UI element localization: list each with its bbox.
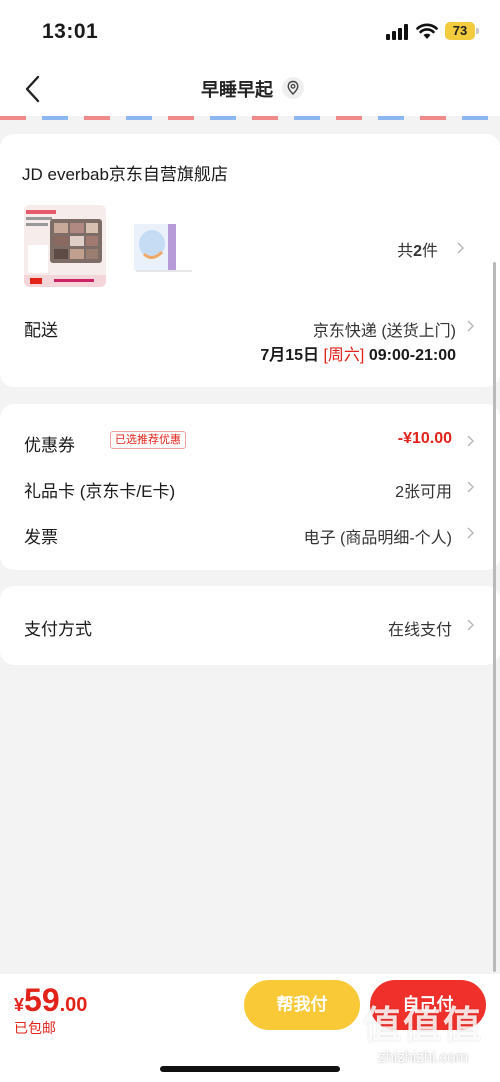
item-count[interactable]: 共2件 xyxy=(397,237,438,261)
invoice-label: 发票 xyxy=(24,528,58,547)
page-title: 早睡早起 xyxy=(201,80,273,100)
chevron-right-icon[interactable] xyxy=(465,618,475,632)
shop-name: JD everbab京东自营旗舰店 xyxy=(22,165,228,184)
payment-value[interactable]: 在线支付 xyxy=(388,616,452,640)
home-indicator xyxy=(160,1066,340,1072)
discount-invoice-card: 优惠券 已选推荐优惠 -¥10.00 礼品卡 (京东卡/E卡) 2张可用 发票 … xyxy=(0,404,500,570)
order-shop-card: JD everbab京东自营旗舰店 共2件 配送 京东快递 (送货上门) 7月1… xyxy=(0,134,500,387)
delivery-label: 配送 xyxy=(24,321,58,340)
delivery-time-range: 09:00-21:00 xyxy=(368,347,456,364)
nav-bar: 早睡早起 xyxy=(0,62,500,116)
gift-box-image xyxy=(134,224,192,272)
item-count-prefix: 共 xyxy=(397,243,414,260)
coupon-label: 优惠券 xyxy=(24,436,75,455)
free-shipping-label: 已包邮 xyxy=(14,1020,56,1036)
chevron-right-icon[interactable] xyxy=(465,319,475,333)
price-currency: ¥ xyxy=(14,995,25,1015)
gift-card-value[interactable]: 2张可用 xyxy=(395,478,452,502)
coupon-value[interactable]: -¥10.00 xyxy=(398,430,452,448)
battery-tip xyxy=(476,28,479,34)
item-count-suffix: 件 xyxy=(421,243,438,260)
status-time: 13:01 xyxy=(42,20,99,43)
product-image-eyeshadow[interactable] xyxy=(24,205,106,287)
item-count-number: 2 xyxy=(413,243,422,260)
invoice-value[interactable]: 电子 (商品明细-个人) xyxy=(304,524,452,548)
eyeshadow-palette-image xyxy=(24,205,106,287)
chevron-right-icon[interactable] xyxy=(465,480,475,494)
chevron-right-icon[interactable] xyxy=(465,526,475,540)
watermark-url: zhizhizhi.com xyxy=(377,1049,469,1066)
cellular-signal-icon xyxy=(386,24,408,40)
address-stripe-divider xyxy=(0,116,500,120)
wifi-icon xyxy=(416,23,438,39)
chevron-right-icon[interactable] xyxy=(465,434,475,448)
help-me-pay-button[interactable]: 帮我付 xyxy=(244,980,360,1030)
payment-method-card: 支付方式 在线支付 xyxy=(0,586,500,665)
scrollbar[interactable] xyxy=(493,262,496,972)
gift-card-label: 礼品卡 (京东卡/E卡) xyxy=(24,482,176,501)
battery-icon: 73 xyxy=(445,22,475,40)
chevron-right-icon[interactable] xyxy=(455,241,465,255)
site-watermark: 值值值 zhizhizhi.com xyxy=(352,994,494,1078)
delivery-date: 7月15日 xyxy=(260,347,320,364)
price-integer: 59 xyxy=(24,982,60,1018)
payment-label: 支付方式 xyxy=(24,620,92,639)
location-pin-icon[interactable] xyxy=(281,76,305,100)
price-decimal: .00 xyxy=(59,994,88,1016)
delivery-method[interactable]: 京东快递 (送货上门) xyxy=(313,317,456,341)
total-price: ¥59.00 xyxy=(14,982,87,1019)
coupon-recommend-tag: 已选推荐优惠 xyxy=(110,431,186,449)
delivery-time[interactable]: 7月15日 [周六] 09:00-21:00 xyxy=(260,341,456,365)
status-bar: 13:01 73 xyxy=(0,0,500,62)
delivery-weekday: [周六] xyxy=(323,347,365,364)
watermark-logo: 值值值 xyxy=(362,1005,483,1047)
product-image-gift-box[interactable] xyxy=(132,218,192,274)
